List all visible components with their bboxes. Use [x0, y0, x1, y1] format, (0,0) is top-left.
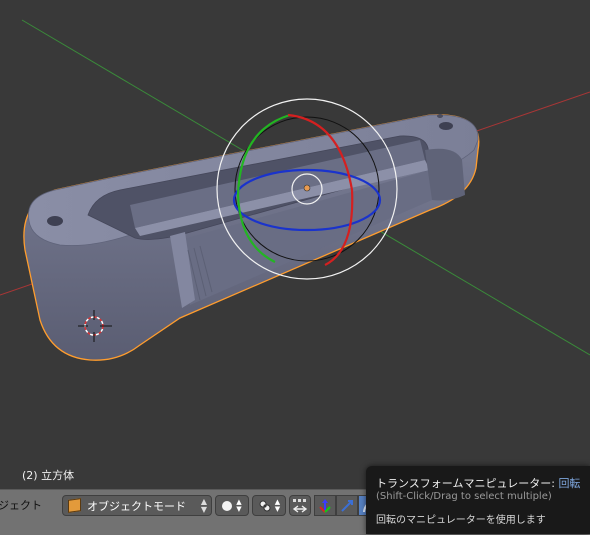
manipulator-toggle-button[interactable]: [289, 495, 311, 516]
mode-select[interactable]: オブジェクトモード ▲ ▼: [62, 495, 212, 516]
tooltip: トランスフォームマニピュレーター: 回転 (Shift-Click/Drag t…: [366, 466, 590, 534]
object-info-label: (2) 立方体: [22, 469, 75, 482]
mesh-object[interactable]: [23, 114, 480, 361]
pivot-point-button[interactable]: ▲ ▼: [252, 495, 286, 516]
dropdown-arrows-icon: ▲ ▼: [274, 497, 281, 513]
rotate-manipulator-button[interactable]: [336, 495, 358, 516]
tooltip-title-text: トランスフォームマニピュレーター:: [376, 477, 555, 490]
snap-icon: [292, 498, 308, 513]
scene-canvas[interactable]: [0, 0, 590, 489]
pivot-point-icon: [259, 500, 271, 511]
translate-icon: [319, 498, 331, 513]
object-origin: [303, 184, 311, 192]
cube-icon: [68, 498, 81, 513]
right-hole: [439, 122, 453, 130]
tooltip-description: 回転のマニピュレーターを使用します: [376, 515, 546, 526]
solid-sphere-icon: [222, 500, 233, 511]
rotate-icon: [341, 499, 353, 512]
tooltip-title: トランスフォームマニピュレーター: 回転: [376, 475, 580, 491]
object-menu[interactable]: ジェクト: [0, 497, 42, 513]
tooltip-hint: (Shift-Click/Drag to select multiple): [376, 491, 552, 502]
updown-arrows-icon: ▲ ▼: [200, 496, 207, 514]
viewport-shading-button[interactable]: ▲ ▼: [215, 495, 249, 516]
translate-manipulator-button[interactable]: [314, 495, 336, 516]
dropdown-arrows-icon: ▲ ▼: [236, 497, 242, 513]
left-hole: [47, 216, 63, 226]
3d-viewport[interactable]: (2) 立方体: [0, 0, 590, 489]
mode-label: オブジェクトモード: [87, 499, 186, 513]
tooltip-title-value: 回転: [558, 477, 581, 490]
